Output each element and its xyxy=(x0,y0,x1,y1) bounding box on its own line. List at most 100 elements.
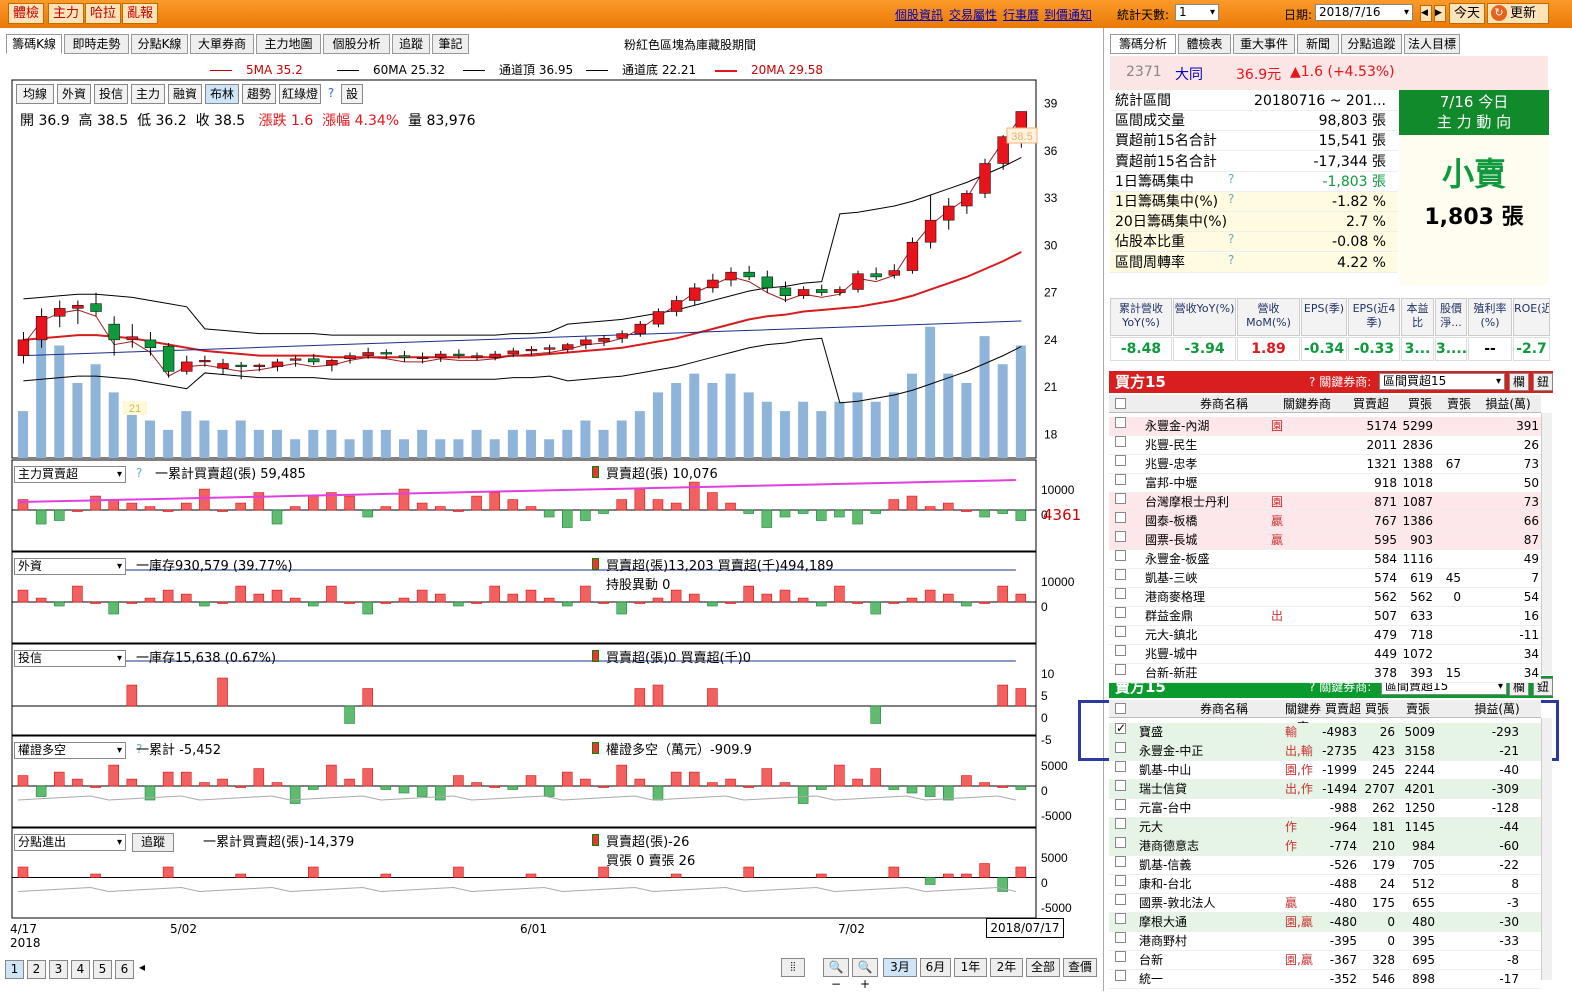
panel-select-1[interactable]: 外資 xyxy=(14,558,126,575)
table-row[interactable]: 富邦-中壢 918 1018 50 xyxy=(1109,474,1541,493)
rtab-2[interactable]: 重大事件 xyxy=(1233,34,1295,54)
row-checkbox[interactable] xyxy=(1115,818,1126,829)
table-row[interactable]: 凱基-中山 園,作 -1999 245 2244 -40 xyxy=(1109,761,1541,780)
row-checkbox[interactable] xyxy=(1115,780,1126,791)
buy15-col-button[interactable]: 欄 xyxy=(1509,373,1529,391)
row-checkbox[interactable] xyxy=(1115,626,1126,637)
row-checkbox[interactable] xyxy=(1115,474,1126,485)
sell15-col-0[interactable]: 券商名稱 xyxy=(1184,700,1264,718)
sell15-col-3[interactable]: 買張 xyxy=(1358,700,1396,718)
sell15-col-2[interactable]: 買賣超 xyxy=(1323,700,1363,718)
page-3-button[interactable]: 3 xyxy=(49,960,68,979)
row-checkbox[interactable] xyxy=(1115,645,1126,656)
zoom-in-icon[interactable]: 🔍+ xyxy=(852,958,878,991)
table-row[interactable]: 國票-長城 贏 595 903 87 xyxy=(1109,531,1541,550)
panel-select-2[interactable]: 投信 xyxy=(14,650,126,667)
buy15-col-1[interactable]: 關鍵券商 xyxy=(1272,395,1342,413)
row-checkbox[interactable] xyxy=(1115,664,1126,675)
page-4-button[interactable]: 4 xyxy=(71,960,90,979)
tool-5[interactable]: 布林 xyxy=(205,84,239,104)
row-checkbox[interactable] xyxy=(1115,436,1126,447)
help-icon[interactable]: ? xyxy=(1228,169,1234,189)
page-scroll-icon[interactable]: ◂ xyxy=(139,960,145,974)
buy15-col-0[interactable]: 券商名稱 xyxy=(1174,395,1274,413)
today-button[interactable]: 今天 xyxy=(1449,3,1486,24)
row-checkbox[interactable] xyxy=(1115,493,1126,504)
table-row[interactable]: 台灣摩根士丹利 園 871 1087 73 xyxy=(1109,493,1541,512)
page-1-button[interactable]: 1 xyxy=(5,960,24,979)
rtab-0[interactable]: 籌碼分析 xyxy=(1110,34,1176,54)
row-checkbox[interactable] xyxy=(1115,837,1126,848)
row-checkbox[interactable] xyxy=(1115,856,1126,867)
metric-header[interactable]: 殖利率(%) xyxy=(1468,298,1512,336)
row-checkbox[interactable] xyxy=(1115,894,1126,905)
buy15-scrollbar[interactable] xyxy=(1541,413,1552,675)
range-5-button[interactable]: 查價 xyxy=(1063,958,1097,977)
metric-header[interactable]: EPS(近4季) xyxy=(1348,298,1400,336)
rtab-5[interactable]: 法人目標 xyxy=(1404,34,1460,54)
stat-days-select[interactable]: 1 xyxy=(1175,4,1219,21)
sell15-col-4[interactable]: 賣張 xyxy=(1399,700,1437,718)
metric-header[interactable]: 本益比 xyxy=(1401,298,1434,336)
table-row[interactable]: 港商麥格理 562 562 0 54 xyxy=(1109,588,1541,607)
range-1-button[interactable]: 6月 xyxy=(920,958,951,977)
buy15-btn-button[interactable]: 鈕 xyxy=(1533,373,1553,391)
table-row[interactable]: 瑞士信貸 出,作 -1494 2707 4201 -309 xyxy=(1109,780,1541,799)
table-row[interactable]: 台新-新莊 378 393 15 34 xyxy=(1109,664,1541,683)
metric-header[interactable]: 營收YoY(%) xyxy=(1173,298,1236,336)
row-checkbox[interactable] xyxy=(1115,913,1126,924)
table-row[interactable]: 國票-敦北法人 贏 -480 175 655 -3 xyxy=(1109,894,1541,913)
table-row[interactable]: 國泰-板橋 贏 767 1386 66 xyxy=(1109,512,1541,531)
row-checkbox[interactable] xyxy=(1115,531,1126,542)
tool-8[interactable]: ? xyxy=(324,84,338,104)
row-checkbox[interactable] xyxy=(1115,761,1126,772)
page-5-button[interactable]: 5 xyxy=(93,960,112,979)
range-4-button[interactable]: 全部 xyxy=(1026,958,1060,977)
date-select[interactable]: 2018/7/16 xyxy=(1315,4,1413,21)
table-row[interactable]: 永豐金-內湖 園 5174 5299 391 xyxy=(1109,417,1541,436)
tab-2[interactable]: 分點K線 xyxy=(131,34,188,54)
rtab-4[interactable]: 分點追蹤 xyxy=(1341,34,1402,54)
row-checkbox[interactable] xyxy=(1115,588,1126,599)
table-row[interactable]: 統一 -352 546 898 -17 xyxy=(1109,970,1541,989)
panel-select-3[interactable]: 權證多空 xyxy=(14,742,126,759)
stock-name[interactable]: 大同 xyxy=(1175,64,1203,84)
buy15-col-3[interactable]: 買張 xyxy=(1400,395,1440,413)
row-checkbox[interactable] xyxy=(1115,970,1126,981)
tool-7[interactable]: 紅綠燈 xyxy=(279,84,321,104)
tool-1[interactable]: 外資 xyxy=(57,84,91,104)
table-row[interactable]: 兆豐-城中 449 1072 34 xyxy=(1109,645,1541,664)
row-checkbox[interactable] xyxy=(1115,742,1126,753)
table-row[interactable]: 兆豐-民生 2011 2836 26 xyxy=(1109,436,1541,455)
refresh-button[interactable]: ↻ 更新 xyxy=(1487,3,1549,24)
row-checkbox[interactable] xyxy=(1115,550,1126,561)
table-row[interactable]: ✓ 寶盛 輸 -4983 26 5009 -293 xyxy=(1109,723,1541,742)
tool-6[interactable]: 趨勢 xyxy=(242,84,276,104)
tab-4[interactable]: 主力地圖 xyxy=(256,34,321,54)
table-row[interactable]: 凱基-三峽 574 619 45 7 xyxy=(1109,569,1541,588)
row-checkbox[interactable] xyxy=(1115,417,1126,428)
metric-header[interactable]: ROE(近... xyxy=(1513,298,1550,336)
metric-header[interactable]: 股價淨... xyxy=(1435,298,1467,336)
zoom-out-icon[interactable]: 🔍− xyxy=(823,958,849,991)
row-checkbox[interactable] xyxy=(1115,932,1126,943)
row-checkbox[interactable] xyxy=(1115,512,1126,523)
range-0-button[interactable]: 3月 xyxy=(883,958,917,977)
sell15-col-5[interactable]: 損益(萬) xyxy=(1472,700,1522,718)
buy15-col-4[interactable]: 賣張 xyxy=(1440,395,1478,413)
prev-day-icon[interactable]: ◀ xyxy=(1420,5,1432,22)
table-row[interactable]: 永豐金-中正 出,輸 -2735 423 3158 -21 xyxy=(1109,742,1541,761)
row-checkbox[interactable] xyxy=(1115,875,1126,886)
row-checkbox[interactable] xyxy=(1115,607,1126,618)
help-icon[interactable]: ? xyxy=(1228,229,1234,249)
table-row[interactable]: 凱基-信義 -526 179 705 -22 xyxy=(1109,856,1541,875)
rtab-3[interactable]: 新聞 xyxy=(1297,34,1339,54)
buy15-col-2[interactable]: 買賣超 xyxy=(1345,395,1397,413)
table-row[interactable]: 港商野村 -395 0 395 -33 xyxy=(1109,932,1541,951)
buy15-col-5[interactable]: 損益(萬) xyxy=(1480,395,1536,413)
tab-6[interactable]: 追蹤 xyxy=(392,34,430,54)
range-2-button[interactable]: 1年 xyxy=(954,958,987,977)
tab-5[interactable]: 個股分析 xyxy=(323,34,390,54)
row-checkbox[interactable]: ✓ xyxy=(1115,723,1126,734)
metric-header[interactable]: 營收MoM(%) xyxy=(1237,298,1300,336)
